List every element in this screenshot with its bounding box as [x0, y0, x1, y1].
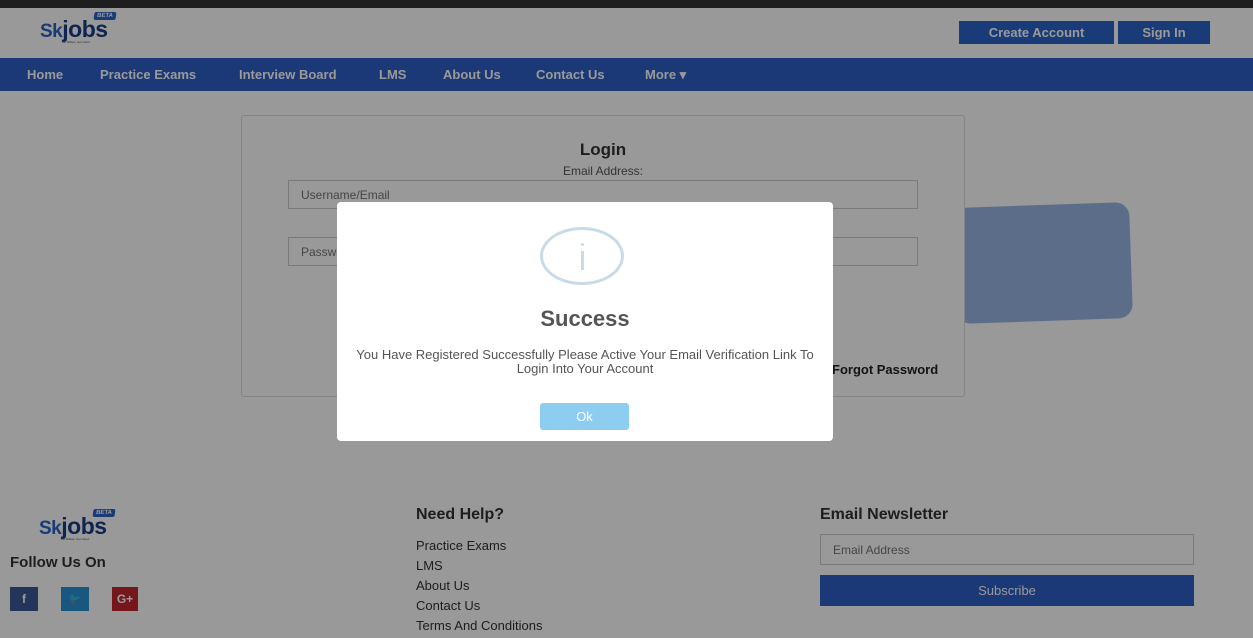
modal-title: Success: [540, 306, 630, 331]
info-bar: [581, 251, 584, 270]
success-modal: Success You Have Registered Successfully…: [337, 202, 833, 441]
info-dot: [581, 243, 584, 246]
modal-message: You Have Registered Successfully Please …: [356, 347, 814, 376]
ok-button[interactable]: Ok: [540, 403, 629, 430]
info-icon: [540, 227, 624, 285]
